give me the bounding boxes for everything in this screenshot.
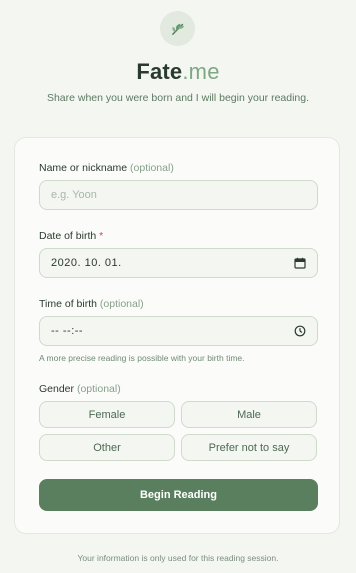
dob-label: Date of birth * — [39, 230, 103, 242]
calendar-icon[interactable] — [294, 257, 306, 269]
tob-label: Time of birth (optional) — [39, 298, 144, 310]
name-label-text: Name or nickname — [39, 162, 128, 174]
begin-reading-button[interactable]: Begin Reading — [39, 479, 318, 511]
tob-optional-text: (optional) — [99, 298, 144, 310]
clock-icon[interactable] — [294, 325, 306, 337]
tagline: Share when you were born and I will begi… — [46, 92, 310, 104]
brand-name-suffix: .me — [182, 59, 220, 84]
tob-value: -- --:-- — [51, 325, 84, 337]
brand-title: Fate.me — [0, 58, 356, 86]
gender-option-male[interactable]: Male — [181, 401, 317, 428]
brand-logo — [160, 11, 195, 46]
dob-label-text: Date of birth — [39, 230, 97, 242]
gender-label: Gender (optional) — [39, 383, 121, 395]
tob-hint: A more precise reading is possible with … — [39, 353, 245, 363]
brand-name-main: Fate — [136, 59, 183, 84]
dob-input[interactable]: 2020. 10. 01. — [39, 248, 318, 278]
gender-option-prefer-not-to-say[interactable]: Prefer not to say — [181, 434, 317, 461]
leaf-icon — [171, 23, 184, 35]
dob-value: 2020. 10. 01. — [51, 257, 122, 269]
required-mark: * — [99, 230, 104, 242]
name-placeholder: e.g. Yoon — [51, 189, 97, 201]
gender-option-other[interactable]: Other — [39, 434, 175, 461]
privacy-footer: Your information is only used for this r… — [77, 553, 279, 563]
name-optional-text: (optional) — [130, 162, 174, 174]
tob-input[interactable]: -- --:-- — [39, 316, 318, 346]
name-label: Name or nickname (optional) — [39, 162, 174, 174]
gender-optional-text: (optional) — [76, 383, 121, 395]
gender-label-text: Gender — [39, 383, 75, 395]
gender-option-female[interactable]: Female — [39, 401, 175, 428]
name-input[interactable]: e.g. Yoon — [39, 180, 318, 210]
tob-label-text: Time of birth — [39, 298, 97, 310]
reading-form-card: Name or nickname (optional) e.g. Yoon Da… — [14, 137, 340, 534]
